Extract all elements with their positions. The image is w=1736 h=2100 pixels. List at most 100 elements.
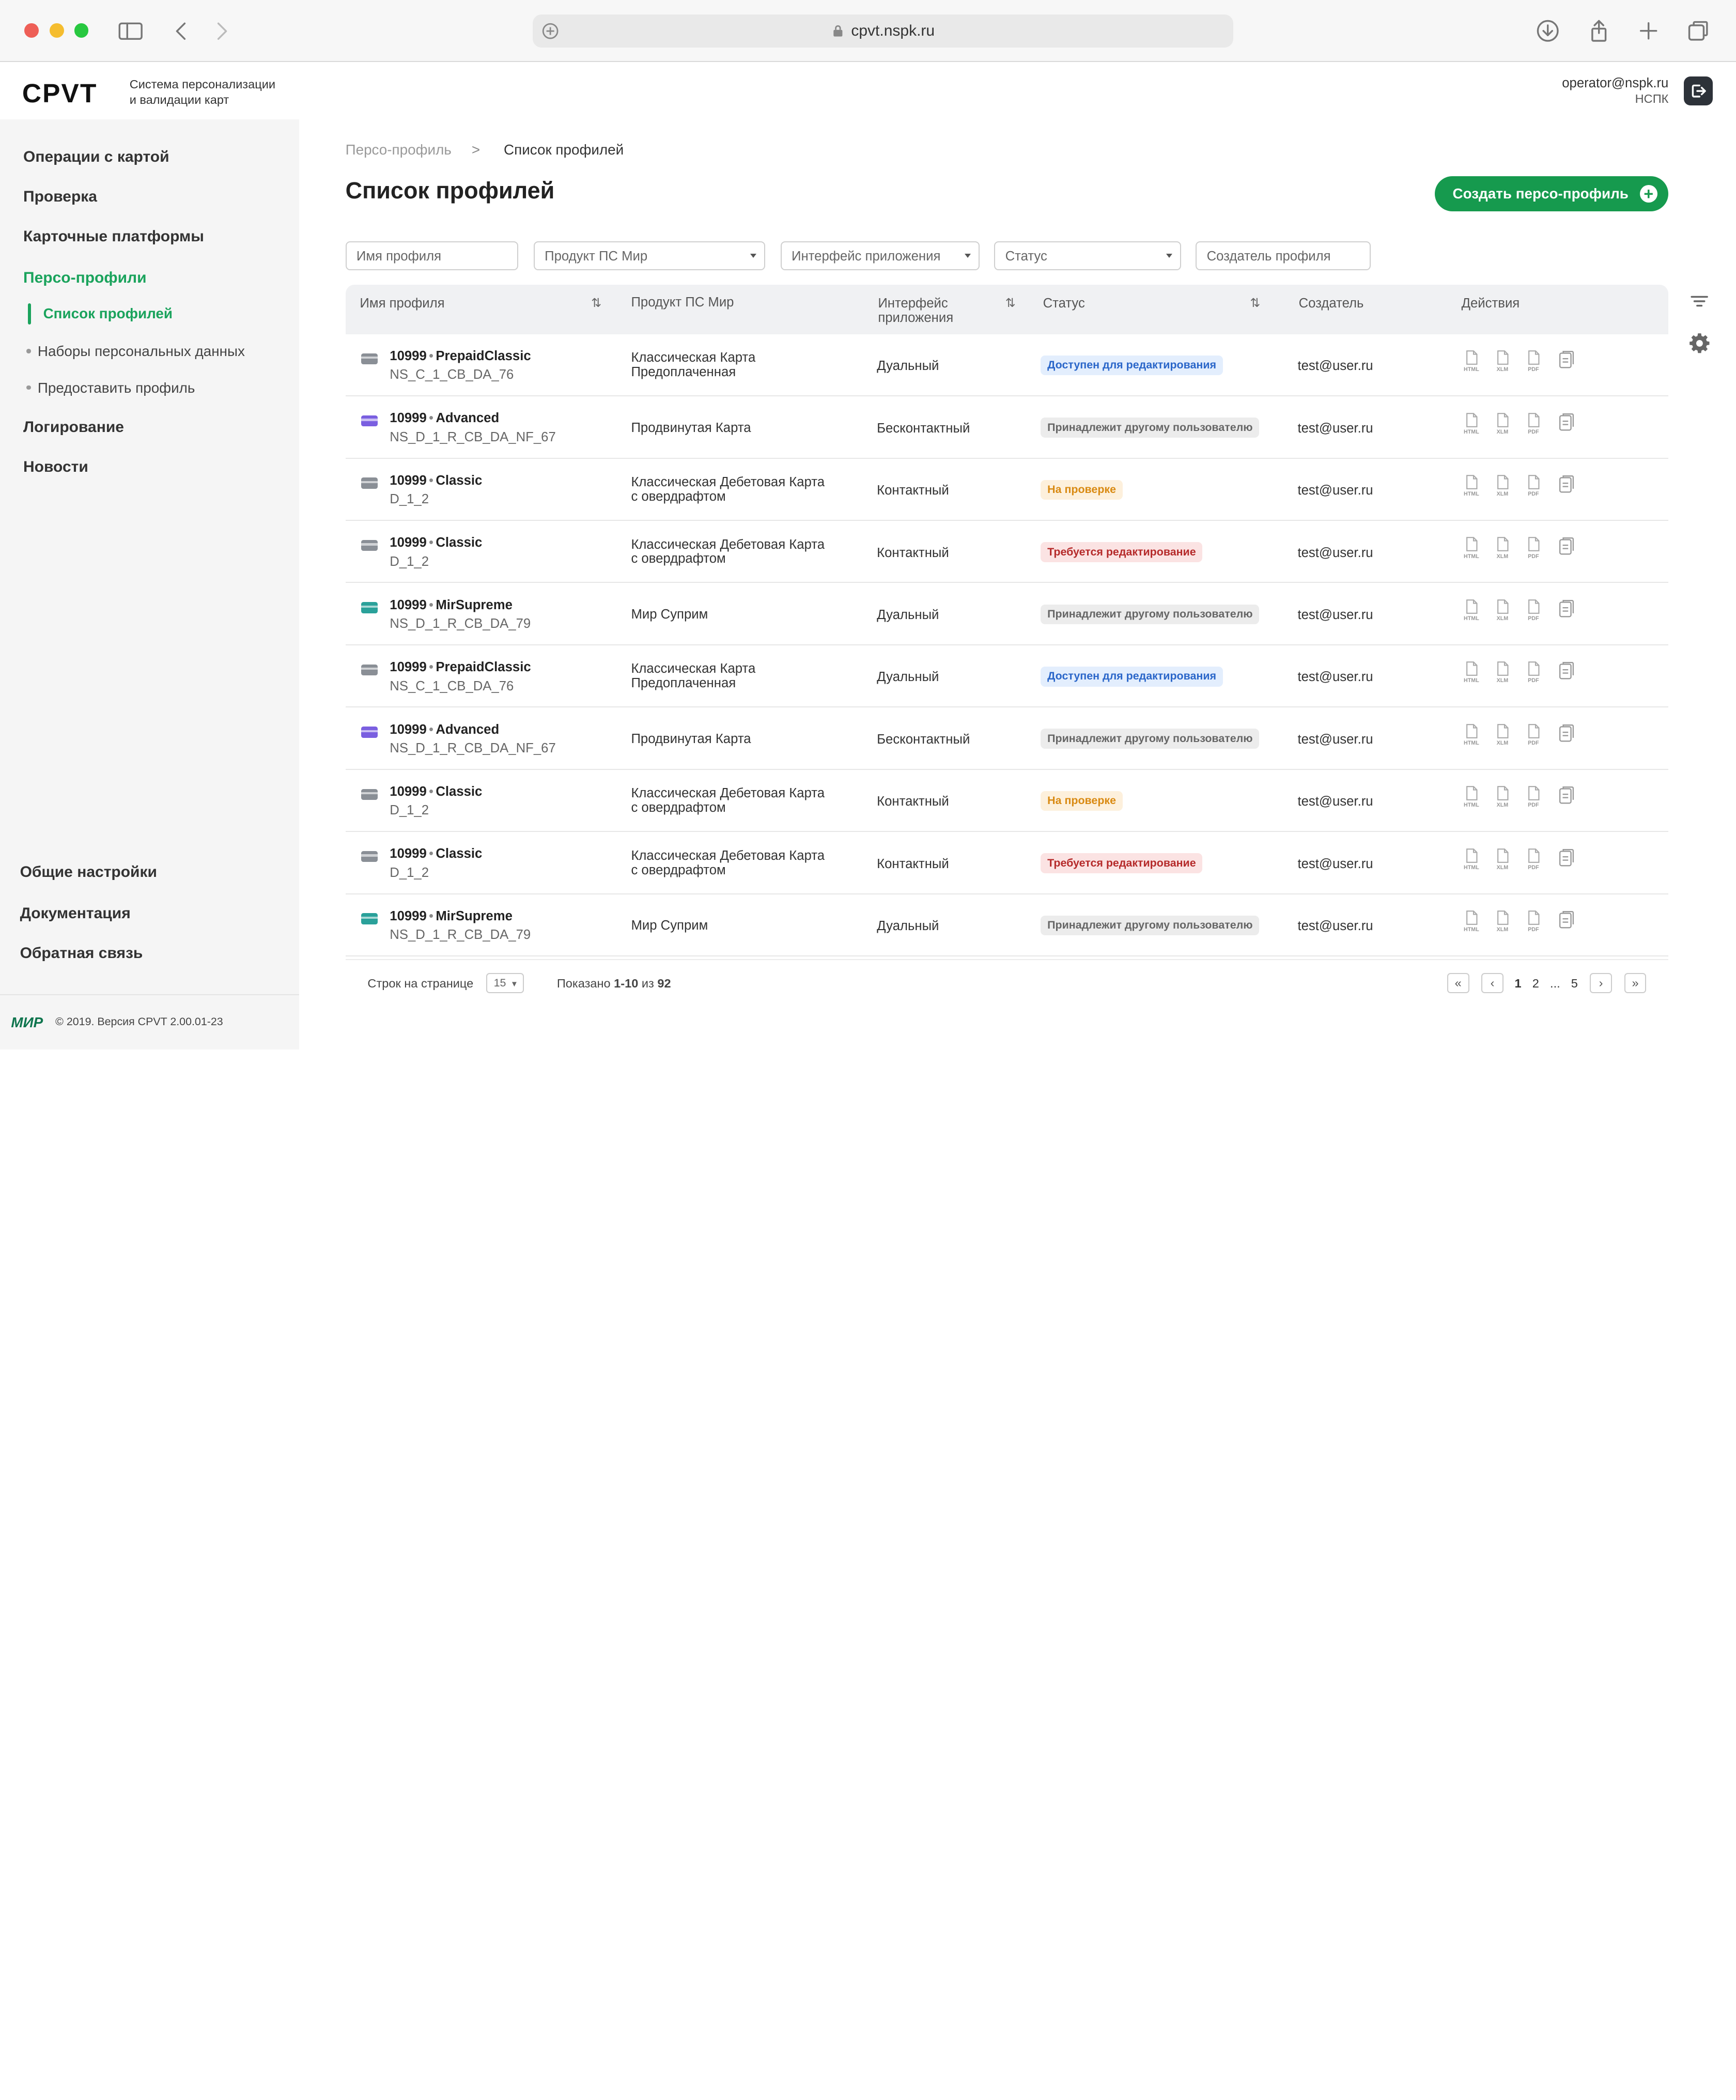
cpvt-logo[interactable]: CPVT bbox=[22, 78, 98, 109]
tabs-overview-icon[interactable] bbox=[1683, 16, 1714, 47]
page-1-button[interactable]: 1 bbox=[1514, 977, 1521, 991]
table-settings-button[interactable] bbox=[1685, 329, 1714, 358]
profile-id[interactable]: 10999 • Classic bbox=[390, 473, 482, 488]
copy-icon[interactable] bbox=[1555, 599, 1575, 623]
close-window-button[interactable] bbox=[24, 23, 39, 38]
export-html-icon[interactable]: HTML bbox=[1462, 536, 1482, 561]
export-html-icon[interactable]: HTML bbox=[1462, 848, 1482, 872]
export-html-icon[interactable]: HTML bbox=[1462, 723, 1482, 748]
export-xlm-icon[interactable]: XLM bbox=[1493, 599, 1513, 623]
copy-icon[interactable] bbox=[1555, 910, 1575, 934]
export-xlm-icon[interactable]: XLM bbox=[1493, 910, 1513, 934]
sort-icon[interactable]: ⇅ bbox=[591, 296, 601, 310]
export-html-icon[interactable]: HTML bbox=[1462, 599, 1482, 623]
export-html-icon[interactable]: HTML bbox=[1462, 350, 1482, 374]
copy-icon[interactable] bbox=[1555, 785, 1575, 810]
export-pdf-icon[interactable]: PDF bbox=[1524, 723, 1544, 748]
export-xlm-icon[interactable]: XLM bbox=[1493, 848, 1513, 872]
breadcrumb-parent[interactable]: Персо-профиль bbox=[346, 142, 452, 158]
export-pdf-icon[interactable]: PDF bbox=[1524, 474, 1544, 499]
sidebar-item-check[interactable]: Проверка bbox=[23, 188, 97, 206]
creator-filter[interactable]: Создатель профиля bbox=[1196, 241, 1371, 270]
site-settings-icon[interactable] bbox=[541, 22, 559, 40]
download-icon[interactable] bbox=[1532, 16, 1563, 47]
profile-id[interactable]: 10999 • Classic bbox=[390, 846, 482, 861]
export-html-icon[interactable]: HTML bbox=[1462, 910, 1482, 934]
sidebar-item-card-platforms[interactable]: Карточные платформы bbox=[23, 228, 204, 245]
export-pdf-icon[interactable]: PDF bbox=[1524, 661, 1544, 685]
sidebar-item-feedback[interactable]: Обратная связь bbox=[20, 945, 143, 962]
export-pdf-icon[interactable]: PDF bbox=[1524, 848, 1544, 872]
first-page-button[interactable]: « bbox=[1447, 973, 1469, 993]
export-html-icon[interactable]: HTML bbox=[1462, 474, 1482, 499]
back-icon[interactable] bbox=[166, 16, 197, 47]
sidebar-item-news[interactable]: Новости bbox=[23, 458, 88, 476]
profile-id[interactable]: 10999 • MirSupreme bbox=[390, 598, 513, 613]
page-2-button[interactable]: 2 bbox=[1532, 977, 1539, 991]
copy-icon[interactable] bbox=[1555, 350, 1575, 374]
profile-id[interactable]: 10999 • Classic bbox=[390, 784, 482, 799]
profile-id[interactable]: 10999 • Advanced bbox=[390, 411, 499, 426]
share-icon[interactable] bbox=[1583, 16, 1614, 47]
export-pdf-icon[interactable]: PDF bbox=[1524, 599, 1544, 623]
profile-id[interactable]: 10999 • MirSupreme bbox=[390, 909, 513, 924]
new-tab-icon[interactable] bbox=[1633, 16, 1664, 47]
export-pdf-icon[interactable]: PDF bbox=[1524, 785, 1544, 810]
export-xlm-icon[interactable]: XLM bbox=[1493, 723, 1513, 748]
rows-per-page-select[interactable]: 15 ▼ bbox=[486, 973, 524, 993]
export-pdf-icon[interactable]: PDF bbox=[1524, 536, 1544, 561]
sidebar-item-perso-profiles[interactable]: Персо-профили bbox=[23, 269, 147, 287]
page-5-button[interactable]: 5 bbox=[1571, 977, 1578, 991]
copy-icon[interactable] bbox=[1555, 536, 1575, 561]
table-row[interactable]: 10999 • Advanced NS_D_1_R_CB_DA_NF_67 Прод… bbox=[345, 707, 1669, 770]
table-row[interactable]: 10999 • Classic D_1_2 Классическая Дебетов… bbox=[345, 832, 1669, 894]
export-xlm-icon[interactable]: XLM bbox=[1493, 474, 1513, 499]
table-row[interactable]: 10999 • Classic D_1_2 Классическая Дебетов… bbox=[345, 521, 1669, 583]
export-pdf-icon[interactable]: PDF bbox=[1524, 350, 1544, 374]
export-html-icon[interactable]: HTML bbox=[1462, 412, 1482, 437]
export-pdf-icon[interactable]: PDF bbox=[1524, 910, 1544, 934]
copy-icon[interactable] bbox=[1555, 848, 1575, 872]
sidebar-subitem-personal-data-sets[interactable]: Наборы персональных данных bbox=[38, 343, 245, 360]
status-filter[interactable]: Статус bbox=[994, 241, 1182, 270]
copy-icon[interactable] bbox=[1555, 474, 1575, 499]
export-html-icon[interactable]: HTML bbox=[1462, 785, 1482, 810]
table-row[interactable]: 10999 • Advanced NS_D_1_R_CB_DA_NF_67 Прод… bbox=[345, 396, 1669, 459]
export-xlm-icon[interactable]: XLM bbox=[1493, 412, 1513, 437]
table-row[interactable]: 10999 • Classic D_1_2 Классическая Дебетов… bbox=[345, 459, 1669, 521]
table-row[interactable]: 10999 • MirSupreme NS_D_1_R_CB_DA_79 Мир С… bbox=[345, 583, 1669, 645]
profile-name-filter[interactable]: Имя профиля bbox=[345, 241, 518, 270]
col-header-interface[interactable]: Интерфейс приложения bbox=[878, 296, 953, 326]
last-page-button[interactable]: » bbox=[1624, 973, 1647, 993]
logout-button[interactable] bbox=[1684, 76, 1713, 105]
sidebar-item-general-settings[interactable]: Общие настройки bbox=[20, 863, 157, 881]
next-page-button[interactable]: › bbox=[1590, 973, 1613, 993]
copy-icon[interactable] bbox=[1555, 723, 1575, 748]
export-xlm-icon[interactable]: XLM bbox=[1493, 661, 1513, 685]
sidebar-item-documentation[interactable]: Документация bbox=[20, 905, 131, 922]
sidebar-subitem-provide-profile[interactable]: Предоставить профиль bbox=[38, 380, 195, 396]
export-xlm-icon[interactable]: XLM bbox=[1493, 350, 1513, 374]
sidebar-item-logging[interactable]: Логирование bbox=[23, 419, 124, 436]
col-header-name[interactable]: Имя профиля bbox=[360, 296, 444, 311]
copy-icon[interactable] bbox=[1555, 661, 1575, 685]
minimize-window-button[interactable] bbox=[50, 23, 65, 38]
export-xlm-icon[interactable]: XLM bbox=[1493, 785, 1513, 810]
table-row[interactable]: 10999 • PrepaidClassic NS_C_1_CB_DA_76 Кла… bbox=[345, 334, 1669, 397]
export-xlm-icon[interactable]: XLM bbox=[1493, 536, 1513, 561]
copy-icon[interactable] bbox=[1555, 412, 1575, 437]
profile-id[interactable]: 10999 • PrepaidClassic bbox=[390, 660, 531, 675]
profile-id[interactable]: 10999 • PrepaidClassic bbox=[390, 349, 531, 364]
product-filter[interactable]: Продукт ПС Мир bbox=[533, 241, 765, 270]
prev-page-button[interactable]: ‹ bbox=[1481, 973, 1504, 993]
col-header-status[interactable]: Статус bbox=[1043, 296, 1085, 311]
export-pdf-icon[interactable]: PDF bbox=[1524, 412, 1544, 437]
zoom-window-button[interactable] bbox=[74, 23, 89, 38]
sort-icon[interactable]: ⇅ bbox=[1005, 296, 1016, 310]
profile-id[interactable]: 10999 • Classic bbox=[390, 535, 482, 550]
forward-icon[interactable] bbox=[206, 16, 237, 47]
sidebar-subitem-profile-list[interactable]: Список профилей bbox=[43, 305, 173, 322]
create-perso-profile-button[interactable]: Создать персо-профиль + bbox=[1435, 176, 1669, 212]
address-bar[interactable]: cpvt.nspk.ru bbox=[532, 14, 1234, 48]
table-row[interactable]: 10999 • PrepaidClassic NS_C_1_CB_DA_76 Кла… bbox=[345, 645, 1669, 708]
